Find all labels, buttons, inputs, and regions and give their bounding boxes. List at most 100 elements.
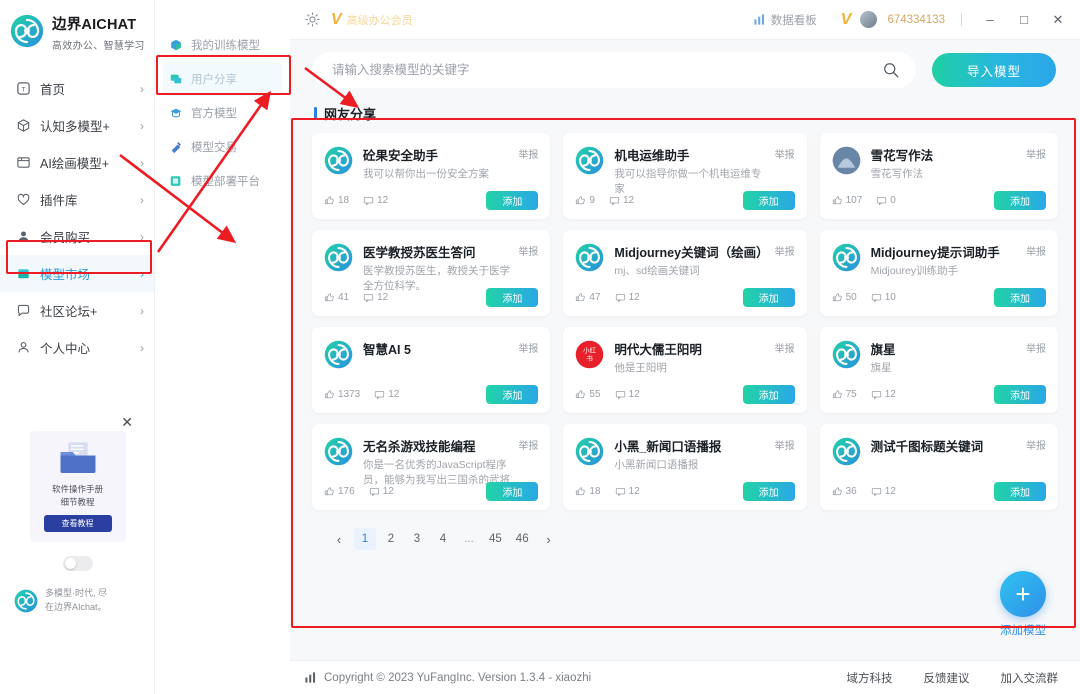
- sidebar-item-forum[interactable]: 社区论坛+ ›: [0, 292, 154, 329]
- add-model-card-button[interactable]: 添加: [994, 191, 1046, 210]
- sidebar-item-multimodel[interactable]: 认知多模型+ ›: [0, 107, 154, 144]
- like-count[interactable]: 9: [575, 195, 595, 206]
- footer: Copyright © 2023 YuFangInc. Version 1.3.…: [290, 660, 1080, 694]
- footer-link-company[interactable]: 域方科技: [847, 670, 893, 686]
- gear-icon[interactable]: [304, 11, 321, 28]
- avatar[interactable]: [860, 11, 878, 28]
- like-count[interactable]: 1373: [324, 389, 360, 400]
- like-count[interactable]: 36: [832, 486, 857, 497]
- report-link[interactable]: 举报: [518, 243, 538, 258]
- sidebar-item-home[interactable]: T 首页 ›: [0, 70, 154, 107]
- model-card[interactable]: 测试千图标题关键词 举报 36 12 添加: [819, 424, 1058, 510]
- comment-count[interactable]: 12: [615, 292, 640, 303]
- pagination-page-46[interactable]: 46: [511, 528, 534, 550]
- footer-link-feedback[interactable]: 反馈建议: [924, 670, 970, 686]
- add-model-card-button[interactable]: 添加: [742, 482, 795, 501]
- add-model-card-button[interactable]: 添加: [994, 288, 1046, 307]
- sidebar-item-plugins[interactable]: 插件库 ›: [0, 181, 154, 218]
- report-link[interactable]: 举报: [1026, 437, 1046, 452]
- search-box[interactable]: [312, 52, 916, 88]
- pagination-next-button[interactable]: ›: [538, 528, 560, 550]
- report-link[interactable]: 举报: [1026, 146, 1046, 161]
- sidebar-item-aiart[interactable]: AI绘画模型+ ›: [0, 144, 154, 181]
- model-card[interactable]: 砼果安全助手 我可以帮你出一份安全方案 举报 18 12 添加: [312, 133, 551, 219]
- pagination-page-1[interactable]: 1: [354, 528, 376, 550]
- close-icon[interactable]: ✕: [121, 415, 133, 429]
- submenu-item-deploy-platform[interactable]: 模型部署平台: [163, 164, 282, 198]
- add-model-card-button[interactable]: 添加: [486, 385, 539, 404]
- sidebar-toggle-switch[interactable]: [62, 556, 93, 571]
- like-count[interactable]: 107: [832, 195, 862, 206]
- add-model-card-button[interactable]: 添加: [486, 288, 539, 307]
- comment-count[interactable]: 12: [363, 195, 388, 206]
- comment-count[interactable]: 12: [871, 389, 896, 400]
- pagination-page-45[interactable]: 45: [484, 528, 507, 550]
- footer-link-join-group[interactable]: 加入交流群: [1001, 670, 1059, 686]
- maximize-button[interactable]: □: [1012, 8, 1036, 32]
- comment-count[interactable]: 10: [871, 292, 896, 303]
- sidebar-item-profile[interactable]: 个人中心 ›: [0, 329, 154, 366]
- report-link[interactable]: 举报: [775, 340, 795, 355]
- model-card[interactable]: 雪花写作法 雪花写作法 举报 107 0 添加: [819, 133, 1058, 219]
- like-count[interactable]: 18: [324, 195, 349, 206]
- pagination-prev-button[interactable]: ‹: [328, 528, 350, 550]
- pagination-page-3[interactable]: 3: [406, 528, 428, 550]
- model-card[interactable]: 无名杀游戏技能编程 你是一名优秀的JavaScript程序员，能够为我写出三国杀…: [312, 424, 551, 510]
- submenu-item-official-models[interactable]: 官方模型: [163, 96, 282, 130]
- add-model-card-button[interactable]: 添加: [742, 385, 795, 404]
- submenu-item-my-models[interactable]: 我的训练模型: [163, 28, 282, 62]
- add-model-card-button[interactable]: 添加: [994, 385, 1046, 404]
- like-count[interactable]: 50: [832, 292, 857, 303]
- comment-count[interactable]: 12: [374, 389, 399, 400]
- add-model-card-button[interactable]: 添加: [742, 191, 795, 210]
- report-link[interactable]: 举报: [1026, 340, 1046, 355]
- like-count[interactable]: 47: [575, 292, 601, 303]
- model-card[interactable]: Midjourney提示词助手 Midjourey训练助手 举报 50 10 添…: [819, 230, 1058, 316]
- sidebar-item-model-market[interactable]: 模型市场 ›: [0, 255, 154, 292]
- add-model-card-button[interactable]: 添加: [486, 191, 539, 210]
- add-model-card-button[interactable]: 添加: [742, 288, 795, 307]
- model-card[interactable]: 小红 书 明代大儒王阳明 他是王阳明 举报 55 12 添加: [563, 327, 807, 413]
- report-link[interactable]: 举报: [518, 340, 538, 355]
- model-card[interactable]: 智慧AI 5 举报 1373 12 添加: [312, 327, 551, 413]
- submenu-item-model-trade[interactable]: 模型交易: [163, 130, 282, 164]
- view-tutorial-button[interactable]: 查看教程: [43, 515, 112, 532]
- report-link[interactable]: 举报: [1026, 243, 1046, 258]
- comment-count[interactable]: 12: [615, 486, 640, 497]
- model-card[interactable]: 小黑_新闻口语播报 小黑新闻口语播报 举报 18 12 添加: [563, 424, 807, 510]
- minimize-button[interactable]: –: [978, 8, 1002, 32]
- report-link[interactable]: 举报: [775, 146, 795, 161]
- import-model-button[interactable]: 导入模型: [932, 53, 1056, 87]
- pagination-page-4[interactable]: 4: [432, 528, 454, 550]
- search-icon[interactable]: [882, 61, 900, 79]
- submenu-item-user-share[interactable]: 用户分享: [163, 62, 282, 96]
- vip-badge[interactable]: V 高级办公会员: [331, 11, 413, 29]
- sidebar-item-membership[interactable]: 会员购买 ›: [0, 218, 154, 255]
- comment-count[interactable]: 12: [609, 195, 634, 206]
- report-link[interactable]: 举报: [775, 243, 795, 258]
- comment-count[interactable]: 12: [615, 389, 640, 400]
- report-link[interactable]: 举报: [775, 437, 795, 452]
- add-model-card-button[interactable]: 添加: [486, 482, 539, 501]
- comment-count[interactable]: 12: [871, 486, 896, 497]
- dashboard-button[interactable]: 数据看板: [753, 12, 817, 28]
- report-link[interactable]: 举报: [518, 437, 538, 452]
- model-card[interactable]: 医学教授苏医生答问 医学教授苏医生，教授关于医学全方位科学。 举报 41 12 …: [312, 230, 551, 316]
- model-card[interactable]: 旗星 旗星 举报 75 12 添加: [819, 327, 1058, 413]
- pagination-page-2[interactable]: 2: [380, 528, 402, 550]
- add-model-button[interactable]: +: [1000, 571, 1046, 617]
- like-count[interactable]: 55: [575, 389, 601, 400]
- report-link[interactable]: 举报: [518, 146, 538, 161]
- close-button[interactable]: ✕: [1046, 8, 1070, 32]
- add-model-card-button[interactable]: 添加: [994, 482, 1046, 501]
- like-count[interactable]: 18: [575, 486, 601, 497]
- comment-count[interactable]: 12: [369, 486, 394, 497]
- like-count[interactable]: 75: [832, 389, 857, 400]
- search-input[interactable]: [332, 63, 882, 77]
- like-count[interactable]: 41: [324, 292, 349, 303]
- comment-count[interactable]: 12: [363, 292, 388, 303]
- comment-count[interactable]: 0: [876, 195, 896, 206]
- model-card[interactable]: 机电运维助手 我可以指导你做一个机电运维专家 举报 9 12 添加: [563, 133, 807, 219]
- like-count[interactable]: 176: [324, 486, 355, 497]
- model-card[interactable]: Midjourney关键词（绘画） mj、sd绘画关键词 举报 47 12 添加: [563, 230, 807, 316]
